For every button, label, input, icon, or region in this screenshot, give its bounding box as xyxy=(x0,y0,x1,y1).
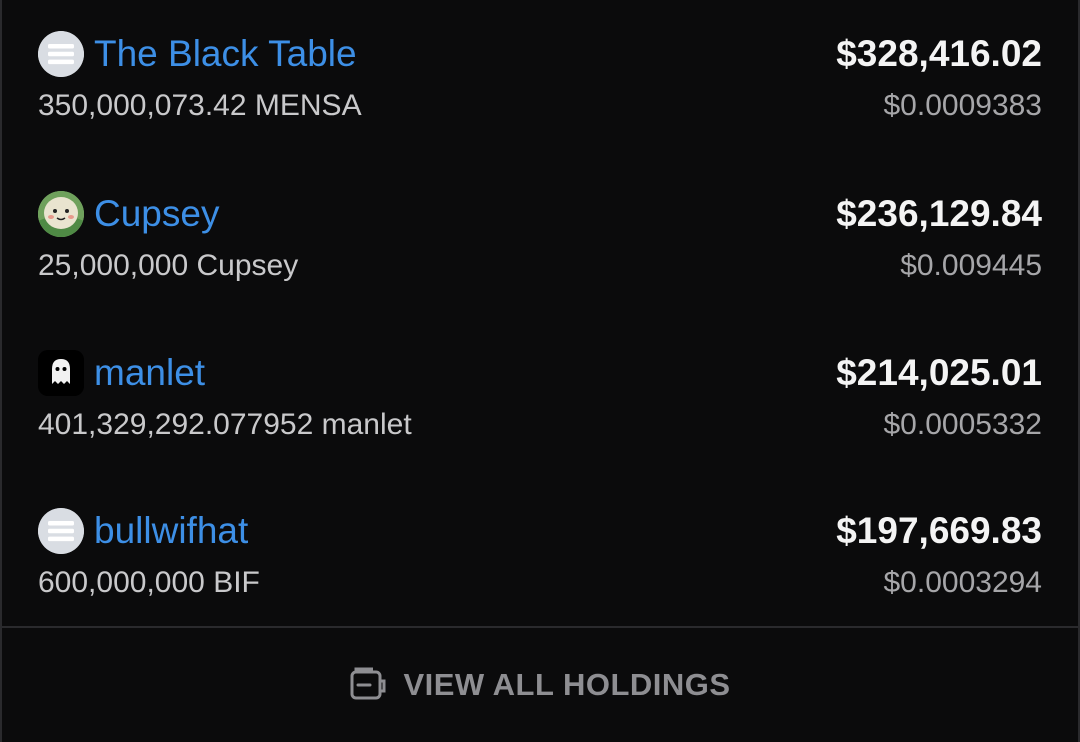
holding-row[interactable]: Cupsey $236,129.84 25,000,000 Cupsey $0.… xyxy=(2,160,1078,318)
solana-stripes-icon xyxy=(38,508,84,554)
wallet-icon xyxy=(349,666,387,704)
token-name-link[interactable]: The Black Table xyxy=(94,30,357,78)
token-name-link[interactable]: manlet xyxy=(94,349,205,397)
token-unit-price: $0.0005332 xyxy=(883,408,1043,441)
solana-stripes-icon xyxy=(38,31,84,77)
token-unit-price: $0.0009383 xyxy=(883,89,1043,122)
token-amount: 600,000,000 BIF xyxy=(38,566,260,599)
view-all-holdings-label: VIEW ALL HOLDINGS xyxy=(403,667,731,702)
holding-row[interactable]: manlet $214,025.01 401,329,292.077952 ma… xyxy=(2,319,1078,477)
token-usd-value: $197,669.83 xyxy=(836,510,1042,551)
token-amount: 350,000,073.42 MENSA xyxy=(38,89,362,122)
token-unit-price: $0.0003294 xyxy=(883,566,1043,599)
token-usd-value: $214,025.01 xyxy=(836,352,1042,393)
holdings-panel: The Black Table $328,416.02 350,000,073.… xyxy=(0,0,1080,742)
manlet-ghost-icon xyxy=(38,350,84,396)
holding-row[interactable]: bullwifhat $197,669.83 600,000,000 BIF $… xyxy=(2,477,1078,635)
view-all-holdings-button[interactable]: VIEW ALL HOLDINGS xyxy=(2,626,1078,742)
token-amount: 25,000,000 Cupsey xyxy=(38,249,299,282)
cupsey-mascot-icon xyxy=(38,191,84,237)
token-usd-value: $236,129.84 xyxy=(836,193,1042,234)
token-usd-value: $328,416.02 xyxy=(836,33,1042,74)
holding-row[interactable]: The Black Table $328,416.02 350,000,073.… xyxy=(2,0,1078,158)
token-amount: 401,329,292.077952 manlet xyxy=(38,408,412,441)
token-name-link[interactable]: Cupsey xyxy=(94,190,219,238)
token-name-link[interactable]: bullwifhat xyxy=(94,507,248,555)
token-unit-price: $0.009445 xyxy=(900,249,1042,282)
